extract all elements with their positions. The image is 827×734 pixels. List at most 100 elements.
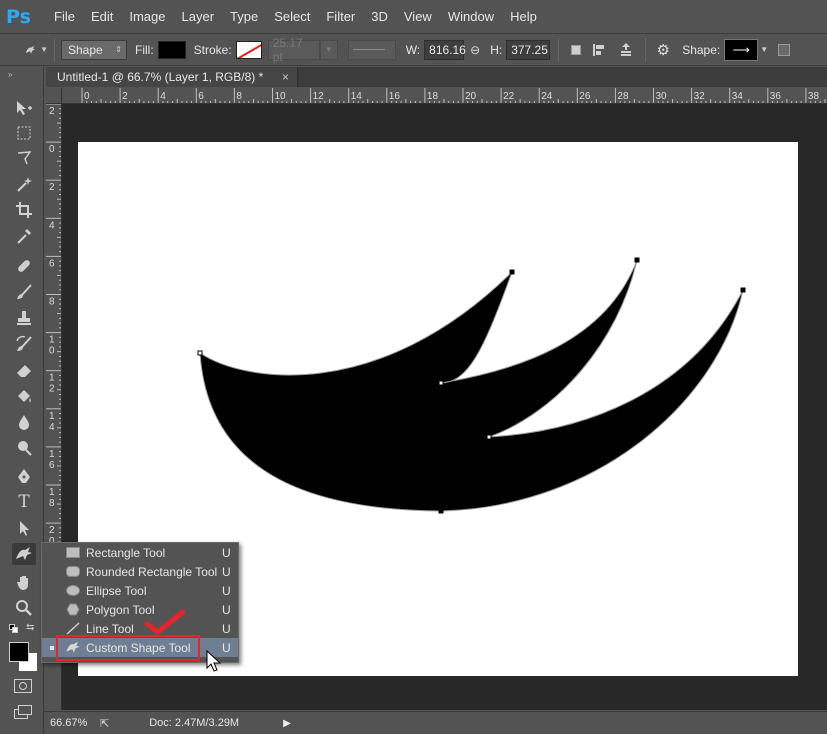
flyout-item-ellipse-tool[interactable]: Ellipse Tool U: [42, 581, 238, 600]
flyout-item-shortcut: U: [222, 583, 231, 598]
black-custom-shape[interactable]: [199, 259, 744, 512]
path-operations-icon[interactable]: [565, 44, 587, 55]
menu-filter[interactable]: Filter: [318, 0, 363, 33]
stroke-width-input[interactable]: 25.17 pt: [267, 36, 320, 64]
width-label: W:: [405, 42, 421, 57]
menu-edit[interactable]: Edit: [83, 0, 121, 33]
stroke-width-dropdown[interactable]: ▼: [319, 39, 338, 60]
type-tool[interactable]: T: [12, 491, 36, 513]
ruler-origin[interactable]: [46, 88, 62, 104]
brush-tool[interactable]: [12, 281, 36, 303]
path-alignment-icon[interactable]: [587, 43, 613, 57]
quick-mask-button[interactable]: [14, 679, 32, 693]
hand-tool[interactable]: [12, 571, 36, 593]
menu-type[interactable]: Type: [222, 0, 266, 33]
pen-tool[interactable]: [12, 465, 36, 487]
dodge-tool[interactable]: [12, 437, 36, 459]
flyout-item-shortcut: U: [222, 602, 231, 617]
menu-layer[interactable]: Layer: [174, 0, 223, 33]
flyout-item-shortcut: U: [222, 545, 231, 560]
menu-select[interactable]: Select: [266, 0, 318, 33]
foreground-color-swatch[interactable]: [9, 642, 29, 662]
panel-collapse-icon[interactable]: »: [8, 70, 12, 79]
shape-picker[interactable]: ⟶: [724, 38, 759, 61]
divider: [54, 37, 55, 62]
dodge-icon: [18, 441, 32, 456]
menu-image[interactable]: Image: [121, 0, 173, 33]
flyout-item-rounded-rectangle-tool[interactable]: Rounded Rectangle Tool U: [42, 562, 238, 581]
gear-icon[interactable]: ⚙: [652, 41, 674, 59]
flyout-item-rectangle-tool[interactable]: Rectangle Tool U: [42, 543, 238, 562]
status-menu-arrow-icon[interactable]: ▶: [283, 718, 291, 729]
menu-file[interactable]: File: [46, 0, 83, 33]
document-tab[interactable]: Untitled-1 @ 66.7% (Layer 1, RGB/8) * ×: [46, 67, 298, 87]
menu-view[interactable]: View: [396, 0, 440, 33]
mouse-cursor-icon: [206, 650, 222, 672]
path-selection-icon: [20, 521, 29, 536]
tool-mode-select[interactable]: Shape ⇕: [61, 39, 127, 60]
share-icon[interactable]: ⇱: [100, 717, 109, 730]
ruler-label: 32: [694, 91, 706, 102]
brush-icon: [17, 284, 32, 299]
anchor-point[interactable]: [438, 380, 444, 386]
history-brush-tool[interactable]: [12, 333, 36, 355]
ruler-label: 10: [275, 91, 287, 102]
ruler-label: 14: [351, 91, 363, 102]
width-input[interactable]: 816.16: [424, 39, 466, 60]
ruler-label: 2: [49, 384, 55, 395]
menu-window[interactable]: Window: [440, 0, 502, 33]
clone-stamp-tool[interactable]: [12, 307, 36, 329]
crop-tool[interactable]: [12, 199, 36, 221]
swap-colors-icon[interactable]: ⇆: [26, 622, 34, 633]
stroke-swatch[interactable]: [235, 40, 262, 59]
ruler-label: 4: [49, 422, 55, 433]
flyout-item-polygon-tool[interactable]: Polygon Tool U: [42, 600, 238, 619]
ruler-label: 20: [465, 91, 477, 102]
close-icon[interactable]: ×: [282, 70, 289, 84]
move-tool[interactable]: [12, 97, 36, 119]
lasso-tool[interactable]: [12, 147, 36, 169]
menu-bar: Ps File Edit Image Layer Type Select Fil…: [0, 0, 827, 33]
align-edges-checkbox[interactable]: [778, 43, 791, 56]
horizontal-ruler[interactable]: 0 2 4 6 8 10 12 14 16 18 20 22 24 26 28 30 32 34 36 38: [62, 88, 827, 104]
divider: [645, 37, 647, 62]
anchor-point[interactable]: [486, 434, 492, 440]
chevron-down-icon[interactable]: ▼: [760, 45, 768, 54]
fill-label: Fill:: [135, 42, 154, 57]
link-icon[interactable]: ⊖: [470, 43, 480, 57]
path-arrangement-icon[interactable]: [613, 42, 639, 58]
menu-3d[interactable]: 3D: [363, 0, 396, 33]
marquee-tool[interactable]: [12, 122, 36, 144]
checkmark-icon: [144, 610, 186, 635]
ruler-label: 6: [49, 258, 55, 269]
menu-help[interactable]: Help: [502, 0, 545, 33]
paint-bucket-tool[interactable]: [12, 385, 36, 407]
magic-wand-tool[interactable]: [12, 173, 36, 195]
zoom-level[interactable]: 66.67%: [50, 717, 92, 729]
tool-preset-picker[interactable]: ▼: [24, 39, 48, 61]
custom-shape-tool[interactable]: [12, 543, 36, 565]
flyout-item-shortcut: U: [222, 564, 231, 579]
blur-tool[interactable]: [12, 411, 36, 433]
highlight-box: [56, 635, 200, 661]
stroke-type-select[interactable]: [347, 39, 396, 60]
fill-swatch[interactable]: [157, 40, 186, 59]
tool-mode-value: Shape: [68, 42, 103, 57]
ruler-label: 16: [389, 91, 401, 102]
height-input[interactable]: 377.25: [506, 39, 551, 60]
magnifier-icon: [16, 600, 32, 616]
eyedropper-tool[interactable]: [12, 225, 36, 247]
path-selection-tool[interactable]: [12, 517, 36, 539]
ruler-label: 4: [49, 220, 55, 231]
move-icon: [17, 101, 32, 115]
ruler-label: 0: [49, 144, 55, 155]
anchor-point[interactable]: [197, 350, 203, 356]
ruler-label: 22: [503, 91, 515, 102]
healing-brush-tool[interactable]: [12, 255, 36, 277]
default-colors-icon[interactable]: [9, 624, 19, 634]
screen-mode-button[interactable]: [14, 705, 32, 719]
eraser-tool[interactable]: [12, 359, 36, 381]
zoom-tool[interactable]: [12, 597, 36, 619]
ruler-label: 2: [49, 525, 55, 536]
updown-icon: ⇕: [115, 45, 122, 54]
